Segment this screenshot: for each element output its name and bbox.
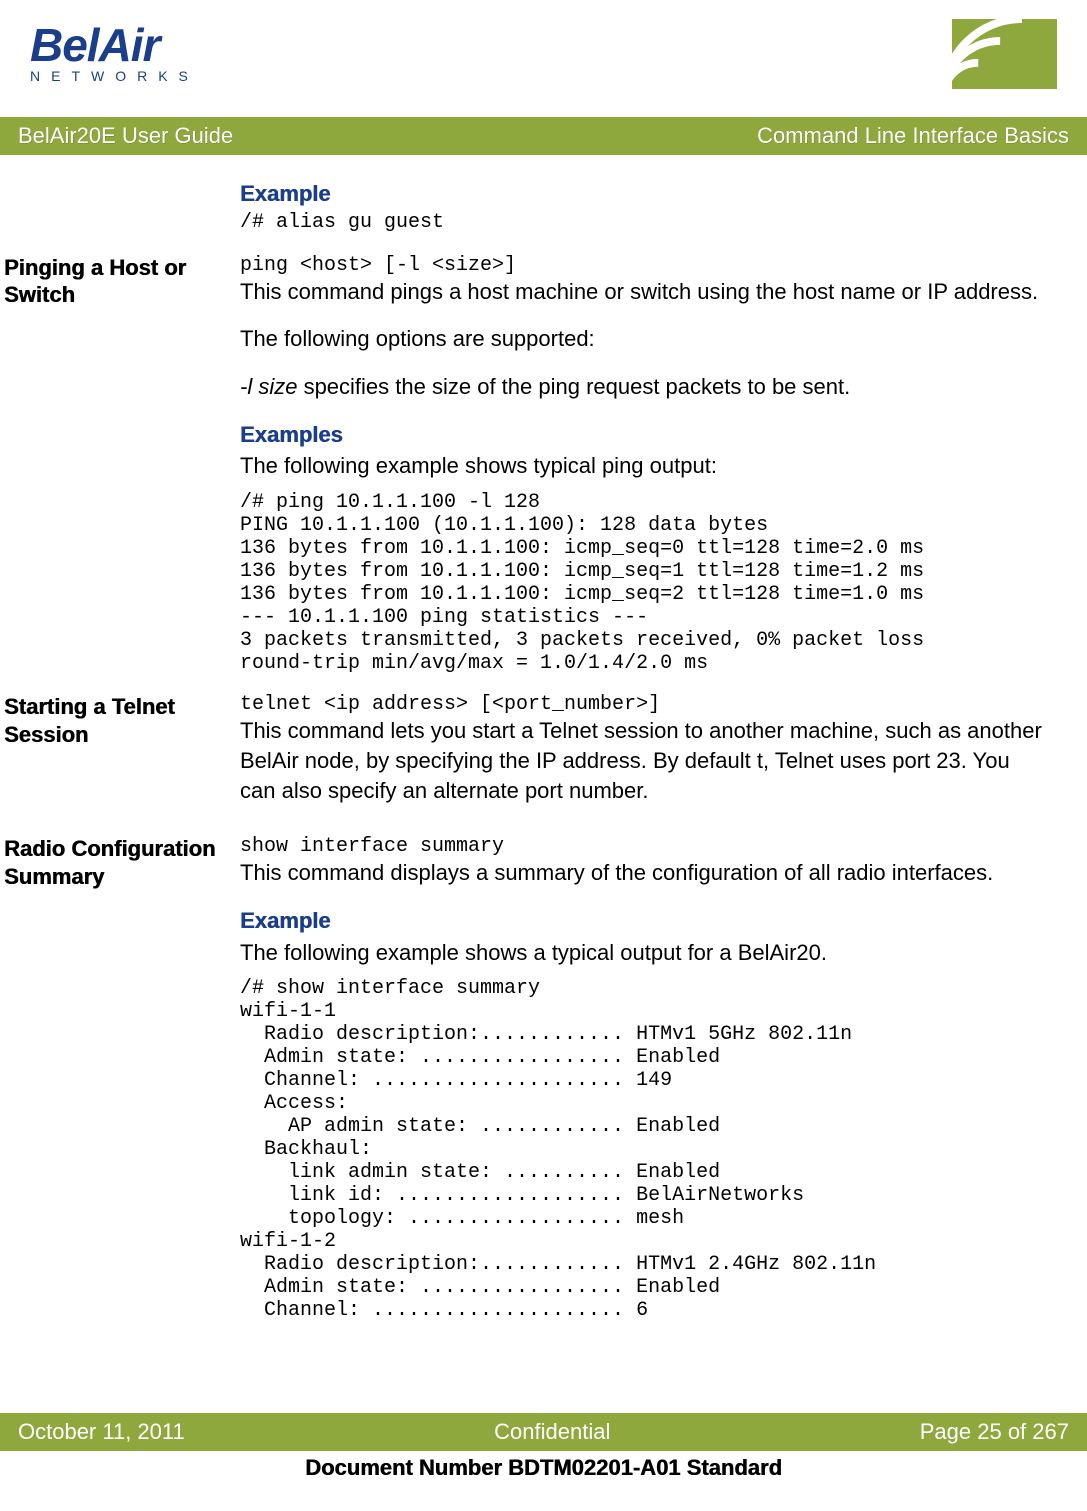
ping-option-l: -l size specifies the size of the ping r… [240, 372, 1051, 402]
wireless-signal-icon [952, 18, 1057, 95]
heading-example-1: Example [240, 179, 1051, 209]
footer-page-number: Page 25 of 267 [920, 1419, 1069, 1445]
title-bar: BelAir20E User Guide Command Line Interf… [0, 117, 1087, 155]
footer-bar: October 11, 2011 Confidential Page 25 of… [0, 1413, 1087, 1451]
page-footer: October 11, 2011 Confidential Page 25 of… [0, 1413, 1087, 1481]
doc-title-right: Command Line Interface Basics [757, 123, 1069, 149]
code-alias: /# alias gu guest [240, 211, 1051, 234]
footer-date: October 11, 2011 [18, 1419, 185, 1445]
page-content: Example /# alias gu guest Pinging a Host… [0, 155, 1087, 1322]
telnet-desc: This command lets you start a Telnet ses… [240, 716, 1051, 805]
heading-examples-ping: Examples [240, 420, 1051, 450]
syntax-show-interface: show interface summary [240, 835, 1051, 858]
logo-text-bottom: NETWORKS [30, 68, 199, 84]
ping-option-flag: -l size [240, 374, 297, 399]
side-empty-1 [0, 179, 240, 234]
footer-confidential: Confidential [494, 1419, 610, 1445]
ping-options-intro: The following options are supported: [240, 324, 1051, 354]
radio-example-intro: The following example shows a typical ou… [240, 938, 1051, 968]
side-radio: Radio Configuration Summary [0, 835, 240, 1322]
logo-text-top: BelAir [30, 18, 199, 72]
code-ping-output: /# ping 10.1.1.100 -l 128 PING 10.1.1.10… [240, 491, 1051, 675]
ping-option-text: specifies the size of the ping request p… [297, 374, 850, 399]
side-telnet: Starting a Telnet Session [0, 693, 240, 823]
code-radio-output: /# show interface summary wifi-1-1 Radio… [240, 977, 1051, 1322]
footer-doc-number: Document Number BDTM02201-A01 Standard [0, 1455, 1087, 1481]
syntax-ping: ping <host> [-l <size>] [240, 254, 1051, 277]
radio-desc: This command displays a summary of the c… [240, 858, 1051, 888]
page-header: BelAir NETWORKS [0, 0, 1087, 95]
doc-title-left: BelAir20E User Guide [18, 123, 233, 149]
side-ping: Pinging a Host or Switch [0, 254, 240, 675]
syntax-telnet: telnet <ip address> [<port_number>] [240, 693, 1051, 716]
heading-example-radio: Example [240, 906, 1051, 936]
ping-desc: This command pings a host machine or swi… [240, 277, 1051, 307]
ping-example-intro: The following example shows typical ping… [240, 451, 1051, 481]
logo: BelAir NETWORKS [30, 18, 199, 84]
